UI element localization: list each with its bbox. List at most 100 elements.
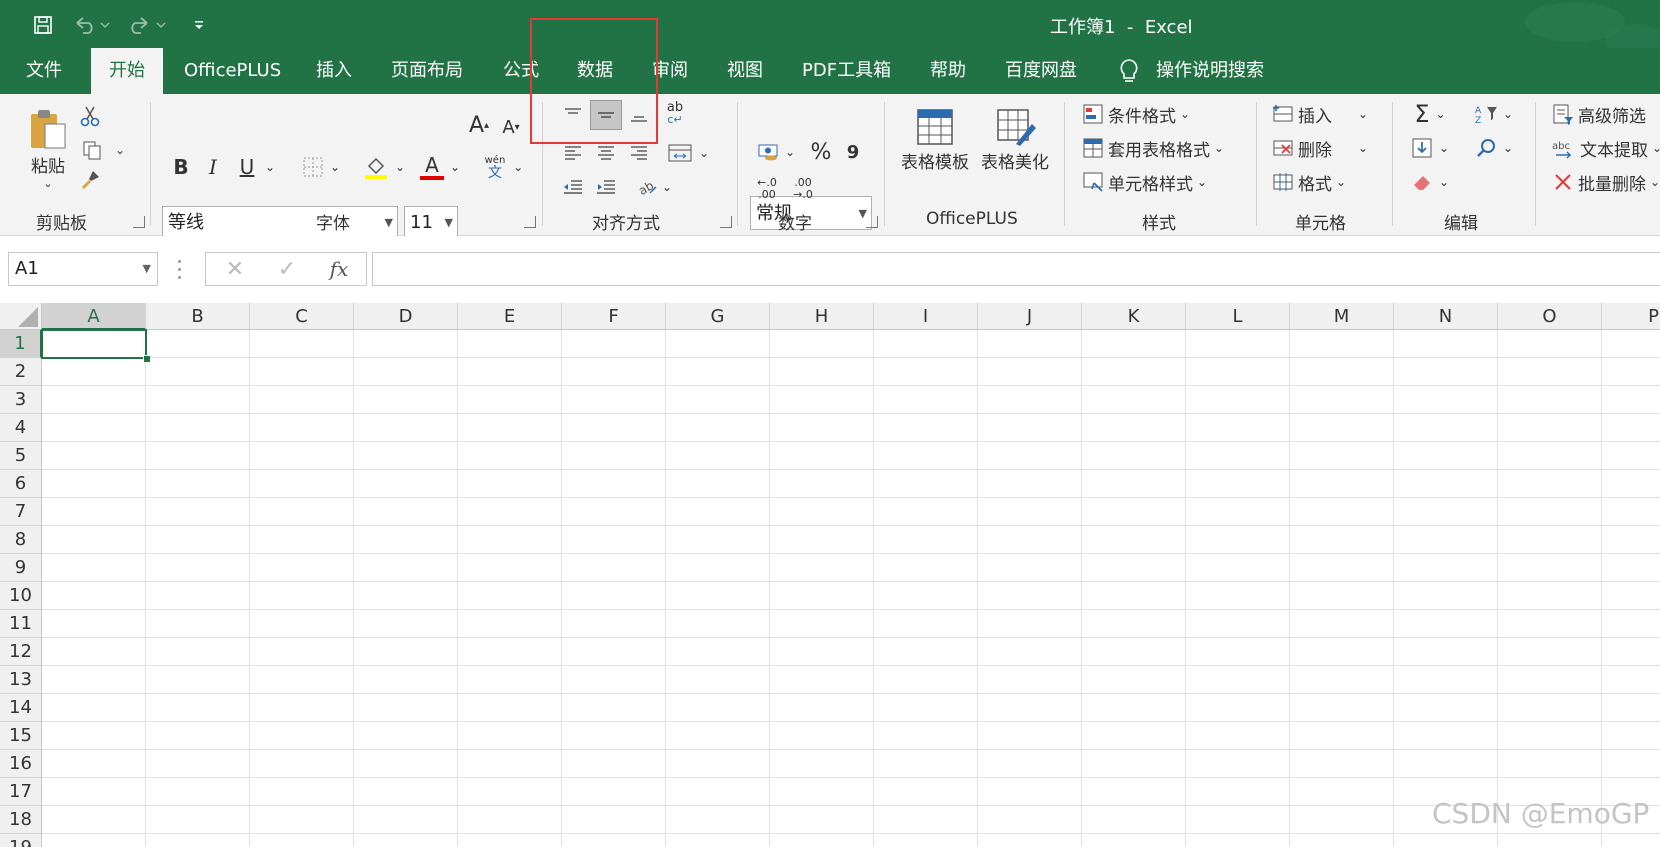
copy-button[interactable]: ⌄ <box>78 138 128 162</box>
tab-file[interactable]: 文件 <box>0 48 88 94</box>
column-header[interactable]: A <box>42 303 146 330</box>
row-header[interactable]: 17 <box>0 778 42 806</box>
column-header[interactable]: C <box>250 303 354 330</box>
tell-me-search[interactable]: 操作说明搜索 <box>1118 48 1264 94</box>
table-beautify-button[interactable]: 表格美化 <box>976 104 1054 174</box>
format-as-table-button[interactable]: 套用表格格式 ⌄ <box>1082 134 1224 162</box>
tab-baidu-netdisk[interactable]: 百度网盘 <box>1005 48 1077 94</box>
merge-center-button[interactable]: ⌄ <box>660 140 716 166</box>
sort-filter-button[interactable]: AZ ⌄ <box>1470 100 1518 128</box>
cut-button[interactable] <box>78 104 102 128</box>
table-template-button[interactable]: 表格模板 <box>896 104 974 174</box>
column-header[interactable]: B <box>146 303 250 330</box>
row-header[interactable]: 16 <box>0 750 42 778</box>
find-select-button[interactable]: ⌄ <box>1470 134 1518 162</box>
underline-dropdown-icon[interactable]: ⌄ <box>262 152 278 182</box>
orientation-button[interactable]: ab ⌄ <box>632 174 676 200</box>
row-header[interactable]: 3 <box>0 386 42 414</box>
column-header[interactable]: P <box>1602 303 1660 330</box>
column-header[interactable]: O <box>1498 303 1602 330</box>
alignment-launcher-icon[interactable] <box>720 216 732 228</box>
redo-icon[interactable] <box>128 12 168 38</box>
column-header[interactable]: L <box>1186 303 1290 330</box>
column-header[interactable]: J <box>978 303 1082 330</box>
grow-font-button[interactable]: A ▴ <box>466 110 492 140</box>
cell-area[interactable] <box>42 330 1660 847</box>
delete-cells-button[interactable]: 删除 ⌄ <box>1272 134 1368 162</box>
row-header[interactable]: 9 <box>0 554 42 582</box>
row-header[interactable]: 2 <box>0 358 42 386</box>
cancel-button[interactable]: ✕ <box>220 255 250 283</box>
tab-pdf-tools[interactable]: PDF工具箱 <box>802 48 891 94</box>
format-painter-button[interactable] <box>78 168 102 192</box>
conditional-formatting-button[interactable]: 条件格式 ⌄ <box>1082 100 1190 128</box>
row-header[interactable]: 15 <box>0 722 42 750</box>
shrink-font-button[interactable]: A ▾ <box>498 112 524 142</box>
clear-button[interactable]: ⌄ <box>1406 168 1454 196</box>
font-color-button[interactable]: A ⌄ <box>416 152 464 182</box>
accounting-format-button[interactable]: ⌄ <box>752 138 800 166</box>
column-header[interactable]: I <box>874 303 978 330</box>
column-header[interactable]: M <box>1290 303 1394 330</box>
number-launcher-icon[interactable] <box>866 216 878 228</box>
underline-button[interactable]: U <box>234 152 260 182</box>
row-header[interactable]: 8 <box>0 526 42 554</box>
wrap-text-button[interactable]: ab c↵ <box>662 100 688 128</box>
clipboard-launcher-icon[interactable] <box>133 216 145 228</box>
name-box[interactable]: A1 ▼ <box>8 252 158 286</box>
column-header[interactable]: D <box>354 303 458 330</box>
row-header[interactable]: 18 <box>0 806 42 834</box>
font-name-select[interactable]: 等线 ▼ <box>162 206 398 238</box>
bold-button[interactable]: B <box>168 152 194 182</box>
font-launcher-icon[interactable] <box>524 216 536 228</box>
tab-help[interactable]: 帮助 <box>930 48 966 94</box>
active-cell[interactable] <box>41 329 147 359</box>
select-all-button[interactable] <box>0 303 42 330</box>
customize-qat-icon[interactable] <box>188 12 210 38</box>
undo-icon[interactable] <box>72 12 112 38</box>
formula-input[interactable] <box>372 252 1660 286</box>
italic-button[interactable]: I <box>200 152 226 182</box>
row-header[interactable]: 5 <box>0 442 42 470</box>
row-header[interactable]: 1 <box>0 330 42 358</box>
increase-decimal-button[interactable]: ←.0 .00 <box>752 174 782 204</box>
tab-officeplus[interactable]: OfficePLUS <box>184 48 281 94</box>
fill-handle[interactable] <box>143 355 151 363</box>
decrease-indent-button[interactable] <box>558 174 588 200</box>
tab-page-layout[interactable]: 页面布局 <box>391 48 463 94</box>
column-header[interactable]: F <box>562 303 666 330</box>
fill-color-button[interactable]: ⌄ <box>360 152 408 182</box>
row-header[interactable]: 12 <box>0 638 42 666</box>
autosum-button[interactable]: Σ ⌄ <box>1406 100 1454 128</box>
comma-style-button[interactable]: 9 <box>842 138 864 166</box>
borders-button[interactable]: ⌄ <box>298 152 344 182</box>
text-extract-button[interactable]: abc 文本提取 ⌄ <box>1552 134 1660 162</box>
insert-function-button[interactable]: fx <box>324 255 354 283</box>
row-header[interactable]: 11 <box>0 610 42 638</box>
paste-button[interactable]: 粘贴 ⌄ <box>20 104 76 192</box>
row-header[interactable]: 6 <box>0 470 42 498</box>
batch-delete-button[interactable]: 批量删除 ⌄ <box>1552 168 1660 196</box>
phonetic-guide-button[interactable]: wén 文 ⌄ <box>480 150 528 184</box>
percent-button[interactable]: % <box>808 138 834 166</box>
advanced-filter-button[interactable]: 高级筛选 <box>1552 100 1646 128</box>
cell-styles-button[interactable]: 单元格样式 ⌄ <box>1082 168 1207 196</box>
column-header[interactable]: H <box>770 303 874 330</box>
row-header[interactable]: 19 <box>0 834 42 847</box>
fill-button[interactable]: ⌄ <box>1406 134 1454 162</box>
increase-indent-button[interactable] <box>590 174 622 200</box>
font-size-select[interactable]: 11 ▼ <box>404 206 458 238</box>
row-header[interactable]: 14 <box>0 694 42 722</box>
row-header[interactable]: 10 <box>0 582 42 610</box>
column-header[interactable]: K <box>1082 303 1186 330</box>
insert-cells-button[interactable]: 插入 ⌄ <box>1272 100 1368 128</box>
column-header[interactable]: N <box>1394 303 1498 330</box>
tab-view[interactable]: 视图 <box>727 48 763 94</box>
decrease-decimal-button[interactable]: .00 →.0 <box>788 174 818 204</box>
row-header[interactable]: 7 <box>0 498 42 526</box>
row-header[interactable]: 4 <box>0 414 42 442</box>
save-icon[interactable] <box>30 12 56 38</box>
drag-handle-icon[interactable] <box>176 257 182 281</box>
column-header[interactable]: E <box>458 303 562 330</box>
enter-button[interactable]: ✓ <box>272 255 302 283</box>
